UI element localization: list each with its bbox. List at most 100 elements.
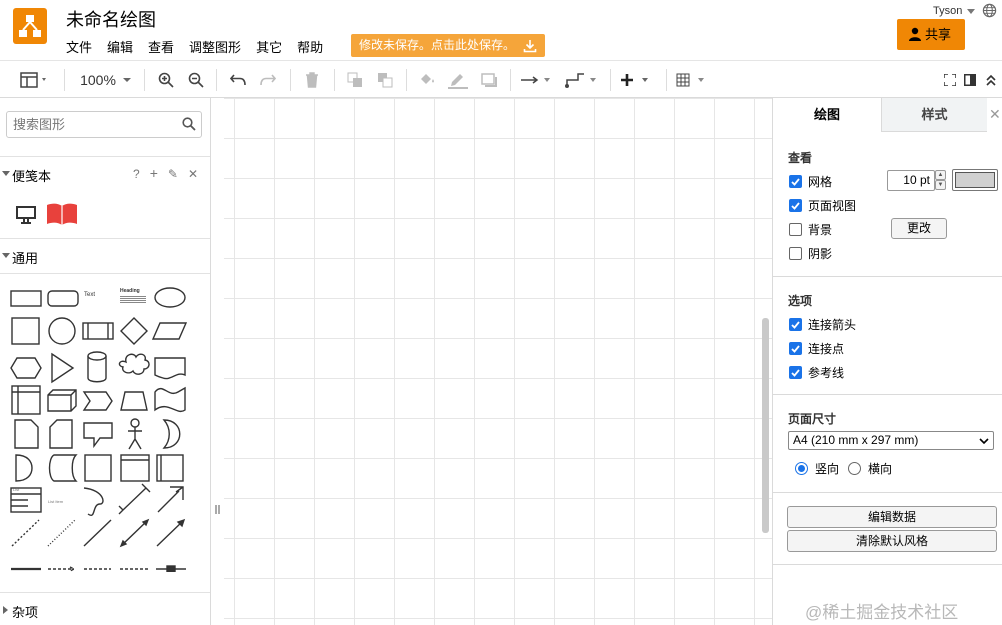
card-shape[interactable] [49,419,73,449]
checkbox-checked-icon[interactable] [789,318,802,331]
hexagon-shape[interactable] [10,357,42,379]
rectangle-shape[interactable] [10,290,42,307]
fullscreen-button[interactable] [940,69,960,91]
to-front-button[interactable] [344,69,366,91]
share-button[interactable]: 共享 [897,19,965,50]
document-title[interactable]: 未命名绘图 [66,6,156,32]
undo-button[interactable] [228,69,248,91]
zoom-in-button[interactable] [156,69,176,91]
connection-arrows-checkbox[interactable]: 连接箭头 [789,316,856,333]
dashed-line-shape[interactable] [47,519,76,547]
link-shape[interactable] [48,566,76,572]
cube-shape[interactable] [47,389,77,412]
dotted-line-shape[interactable] [11,519,40,547]
zoom-out-button[interactable] [186,69,206,91]
text-shape[interactable]: Text [84,292,95,298]
page-view-checkbox[interactable]: 页面视图 [789,197,856,214]
parallelogram-shape[interactable] [151,322,188,340]
scratchpad-section-header[interactable]: 便笺本 ? + ✎ ✕ [0,156,210,190]
checkbox-checked-icon[interactable] [789,175,802,188]
grid-checkbox[interactable]: 网格 [789,173,832,190]
stepper-up-icon[interactable]: ▲ [935,170,946,180]
change-background-button[interactable]: 更改 [891,218,947,239]
monitor-icon[interactable] [16,205,36,225]
user-caret-icon[interactable] [967,9,975,14]
fill-color-button[interactable] [416,69,438,91]
shape-search-input[interactable] [7,112,175,137]
help-icon[interactable]: ? [133,167,140,181]
waypoints-dropdown[interactable] [564,69,600,91]
guides-checkbox[interactable]: 参考线 [789,364,844,381]
clear-default-style-button[interactable]: 清除默认风格 [787,530,997,552]
line-color-button[interactable] [446,69,470,91]
connection-points-checkbox[interactable]: 连接点 [789,340,844,357]
trapezoid-shape[interactable] [120,391,148,411]
redo-button[interactable] [258,69,278,91]
square-container-shape[interactable] [84,454,112,482]
insert-dropdown[interactable] [620,69,654,91]
language-globe-icon[interactable] [982,3,997,18]
circle-shape[interactable] [48,317,76,345]
checkbox-unchecked-icon[interactable] [789,247,802,260]
drawio-logo-icon[interactable] [13,8,47,44]
curve-shape[interactable] [83,487,104,516]
bidirectional-connector-shape[interactable] [119,518,150,548]
arrow-shape[interactable] [157,486,184,513]
menu-edit[interactable]: 编辑 [107,37,133,56]
menu-extras[interactable]: 其它 [256,37,282,56]
shadow-button[interactable] [478,69,500,91]
connection-style-dropdown[interactable] [520,69,554,91]
close-icon[interactable]: ✕ [188,167,198,181]
checkbox-checked-icon[interactable] [789,199,802,212]
collapse-toolbar-button[interactable] [982,69,1000,91]
tab-style[interactable]: 样式 [881,98,987,132]
square-shape[interactable] [11,317,40,345]
edit-icon[interactable]: ✎ [168,167,178,181]
checkbox-checked-icon[interactable] [789,342,802,355]
checkbox-unchecked-icon[interactable] [789,223,802,236]
grid-color-button[interactable] [952,169,998,191]
directional-connector-shape[interactable] [156,518,186,547]
list-item-shape[interactable]: List Item [48,499,63,504]
stepper-down-icon[interactable]: ▼ [935,180,946,190]
portrait-radio[interactable]: 竖向 [795,460,839,477]
user-name[interactable]: Tyson [933,5,962,17]
cloud-shape[interactable] [118,353,150,375]
book-icon[interactable] [46,202,78,226]
edit-data-button[interactable]: 编辑数据 [787,506,997,528]
format-panel-toggle-button[interactable] [18,69,52,91]
grid-size-input[interactable]: 10 pt [887,170,935,191]
stored-data-shape[interactable] [48,454,78,482]
menu-help[interactable]: 帮助 [297,37,323,56]
tab-diagram[interactable]: 绘图 [773,98,881,132]
general-section-header[interactable]: 通用 [0,238,210,272]
radio-unselected-icon[interactable] [848,462,861,475]
checkbox-checked-icon[interactable] [789,366,802,379]
sidebar-splitter[interactable] [212,98,224,625]
note-shape[interactable] [14,419,39,449]
delay-shape[interactable] [15,454,33,482]
diagram-canvas[interactable] [212,98,772,625]
ellipse-shape[interactable] [154,287,186,308]
menu-file[interactable]: 文件 [66,37,92,56]
bidirectional-arrow-shape[interactable] [118,483,151,515]
shadow-checkbox[interactable]: 阴影 [789,245,832,262]
format-panel-button[interactable] [961,69,979,91]
delete-button[interactable] [302,69,322,91]
or-shape[interactable] [162,419,181,449]
rounded-rectangle-shape[interactable] [47,290,79,307]
add-icon[interactable]: + [150,166,158,181]
callout-shape[interactable] [83,422,113,449]
triangle-shape[interactable] [51,352,75,384]
menu-arrange[interactable]: 调整图形 [189,37,241,56]
line-shape[interactable] [83,519,112,547]
to-back-button[interactable] [374,69,396,91]
zoom-dropdown[interactable]: 100% [78,69,134,91]
background-checkbox[interactable]: 背景 [789,221,832,238]
step-shape[interactable] [82,391,113,411]
page-size-select[interactable]: A4 (210 mm x 297 mm) [788,431,994,450]
misc-section-header[interactable]: 杂项 [0,592,210,625]
radio-selected-icon[interactable] [795,462,808,475]
textbox-shape[interactable]: Heading [120,288,140,294]
tape-shape[interactable] [154,386,186,413]
